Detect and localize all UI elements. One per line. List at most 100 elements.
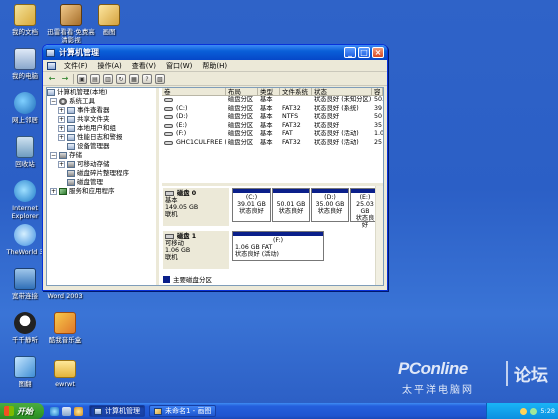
menu-file[interactable]: 文件(F) (59, 61, 93, 71)
tree-item-storage[interactable]: − 存储 (47, 151, 156, 160)
forward-arrow-icon[interactable]: → (60, 74, 70, 84)
desktop-icon-paint[interactable]: 画图 (84, 4, 134, 36)
export-icon[interactable]: ▦ (129, 73, 139, 84)
column-header-filesystem[interactable]: 文件系统 (280, 88, 312, 95)
tree-item-root[interactable]: 计算机管理(本地) (47, 88, 156, 97)
shared-folder-icon (67, 116, 75, 123)
expand-toggle[interactable]: + (58, 107, 65, 114)
tree-item-system-tools[interactable]: − 系统工具 (47, 97, 156, 106)
partition-size: 1.06 GB FAT (235, 244, 273, 251)
details-pane: 卷 布局 类型 文件系统 状态 容 磁盘分区基本状态良好 (未知分区)50.(C… (162, 88, 383, 285)
maximize-button[interactable]: □ (358, 47, 370, 58)
table-row[interactable]: (D:) 磁盘分区 基本 NTFS 状态良好 50 (162, 113, 383, 122)
up-folder-icon[interactable]: ▣ (77, 73, 87, 84)
tree-item-local-users[interactable]: + 本地用户和组 (47, 124, 156, 133)
table-row[interactable]: (E:) 磁盘分区 基本 FAT32 状态良好 35 (162, 122, 383, 131)
collapse-toggle[interactable]: − (50, 152, 57, 159)
vertical-scrollbar[interactable] (375, 186, 383, 285)
watermark-brand: PConline (398, 359, 468, 378)
menu-help[interactable]: 帮助(H) (197, 61, 232, 71)
expand-toggle[interactable]: + (58, 116, 65, 123)
layout-cell: 磁盘分区 (228, 130, 254, 137)
disk-1-label[interactable]: 磁盘 1 可移动 1.06 GB 联机 (163, 231, 229, 269)
legend-label: 主要磁盘分区 (173, 276, 212, 284)
tree-item-performance-logs[interactable]: + 性能日志和警报 (47, 133, 156, 142)
properties-icon[interactable]: ▥ (103, 73, 113, 84)
table-row[interactable]: (F:) 磁盘分区 基本 FAT 状态良好 (活动) 1.0 (162, 130, 383, 139)
partition-unknown[interactable]: 50.01 GB 状态良好 (272, 188, 310, 222)
disk-name: 磁盘 0 (177, 190, 197, 197)
help-icon[interactable]: ? (142, 73, 152, 84)
back-arrow-icon[interactable]: ← (47, 74, 57, 84)
partition-title: (D:) (324, 194, 336, 201)
column-header-type[interactable]: 类型 (258, 88, 280, 95)
tree-item-device-manager[interactable]: 设备管理器 (47, 142, 156, 151)
refresh-icon[interactable]: ↻ (116, 73, 126, 84)
layout-cell: 磁盘分区 (228, 138, 254, 146)
menu-action[interactable]: 操作(A) (93, 61, 127, 71)
column-header-layout[interactable]: 布局 (226, 88, 258, 95)
recycle-bin-icon (16, 136, 34, 158)
expand-toggle[interactable]: + (58, 161, 65, 168)
tree-item-services-apps[interactable]: + 服务和应用程序 (47, 187, 156, 196)
media-quicklaunch-icon[interactable] (74, 406, 83, 416)
desktop-icon-ewrwt[interactable]: ewrwt (40, 356, 90, 388)
tray-icon[interactable] (520, 407, 528, 415)
table-row[interactable]: GHC1CULFREE (G:)磁盘分区基本 FAT32 状态良好 (活动) 25 (162, 139, 383, 148)
tree-item-removable-storage[interactable]: + 可移动存储 (47, 160, 156, 169)
pconline-watermark: PConline 太平洋电脑网 论坛 (398, 359, 548, 399)
tray-network-icon[interactable] (530, 407, 538, 415)
taskbar-item-computer-management[interactable]: 计算机管理 (89, 405, 145, 417)
table-row[interactable]: 磁盘分区基本 状态良好 (未知分区)50. (162, 96, 383, 105)
partition-d[interactable]: (D:) 35.00 GB 状态良好 (311, 188, 349, 222)
partition-c[interactable]: (C:) 39.01 GB 状态良好 (232, 188, 271, 222)
folder-icon (54, 360, 76, 378)
clock[interactable]: 5:28 (540, 407, 555, 415)
tree-item-event-viewer[interactable]: + 事件查看器 (47, 106, 156, 115)
filesystem-cell: FAT32 (282, 121, 301, 129)
theworld-icon (14, 224, 36, 246)
filesystem-cell (280, 96, 312, 105)
menu-window[interactable]: 窗口(W) (161, 61, 197, 71)
partition-size: 35.00 GB (315, 201, 345, 208)
type-cell: 基本 (260, 96, 273, 103)
partition-f[interactable]: (F:) 1.06 GB FAT 状态良好 (活动) (232, 231, 324, 261)
layout-cell: 磁盘分区 (228, 96, 254, 103)
partition-size: 50.01 GB (276, 201, 306, 208)
filesystem-cell: NTFS (282, 113, 299, 120)
start-button[interactable]: 开始 (0, 403, 44, 419)
partition-status: 状态良好 (355, 215, 375, 229)
show-desktop-icon[interactable] (62, 406, 71, 416)
column-header-capacity[interactable]: 容 (372, 88, 383, 95)
close-button[interactable]: × (372, 47, 384, 58)
column-header-status[interactable]: 状态 (312, 88, 372, 95)
menu-view[interactable]: 查看(V) (127, 61, 161, 71)
tree-item-defragmenter[interactable]: 磁盘碎片整理程序 (47, 169, 156, 178)
expand-toggle[interactable]: + (58, 125, 65, 132)
tree-item-shared-folders[interactable]: + 共享文件夹 (47, 115, 156, 124)
column-header-volume[interactable]: 卷 (162, 88, 226, 95)
tree-item-disk-management[interactable]: 磁盘管理 (47, 178, 156, 187)
volume-cell: (F:) (162, 130, 226, 139)
title-bar[interactable]: 计算机管理 _ □ × (43, 45, 387, 60)
toolbar: ← → ▣ ▤ ▥ ↻ ▦ ? ▧ (43, 72, 387, 86)
partition-status: 状态良好 (278, 208, 304, 215)
desktop-icon-label: ewrwt (55, 380, 75, 388)
partition-size: 25.03 GB (356, 201, 374, 215)
minimize-button[interactable]: _ (344, 47, 356, 58)
desktop-icon-my-documents[interactable]: 我的文档 (0, 4, 50, 36)
windows-logo-icon (4, 406, 14, 416)
expand-toggle[interactable]: + (50, 188, 57, 195)
computer-management-icon (94, 407, 102, 415)
disk-0-label[interactable]: 磁盘 0 基本 149.05 GB 联机 (163, 188, 229, 226)
disk-view-icon[interactable]: ▧ (155, 73, 165, 84)
taskbar-item-paint[interactable]: 未命名1 - 画图 (149, 405, 217, 417)
filesystem-cell: FAT32 (282, 138, 301, 146)
desktop-icon-kuwo[interactable]: 酷我音乐盒 (40, 312, 90, 344)
ie-quicklaunch-icon[interactable] (50, 406, 59, 416)
table-row[interactable]: (C:) 磁盘分区 基本 FAT32 状态良好 (系统) 39 (162, 105, 383, 114)
partition-title: (E:) (359, 194, 371, 201)
collapse-toggle[interactable]: − (50, 98, 57, 105)
expand-toggle[interactable]: + (58, 134, 65, 141)
show-tree-icon[interactable]: ▤ (90, 73, 100, 84)
